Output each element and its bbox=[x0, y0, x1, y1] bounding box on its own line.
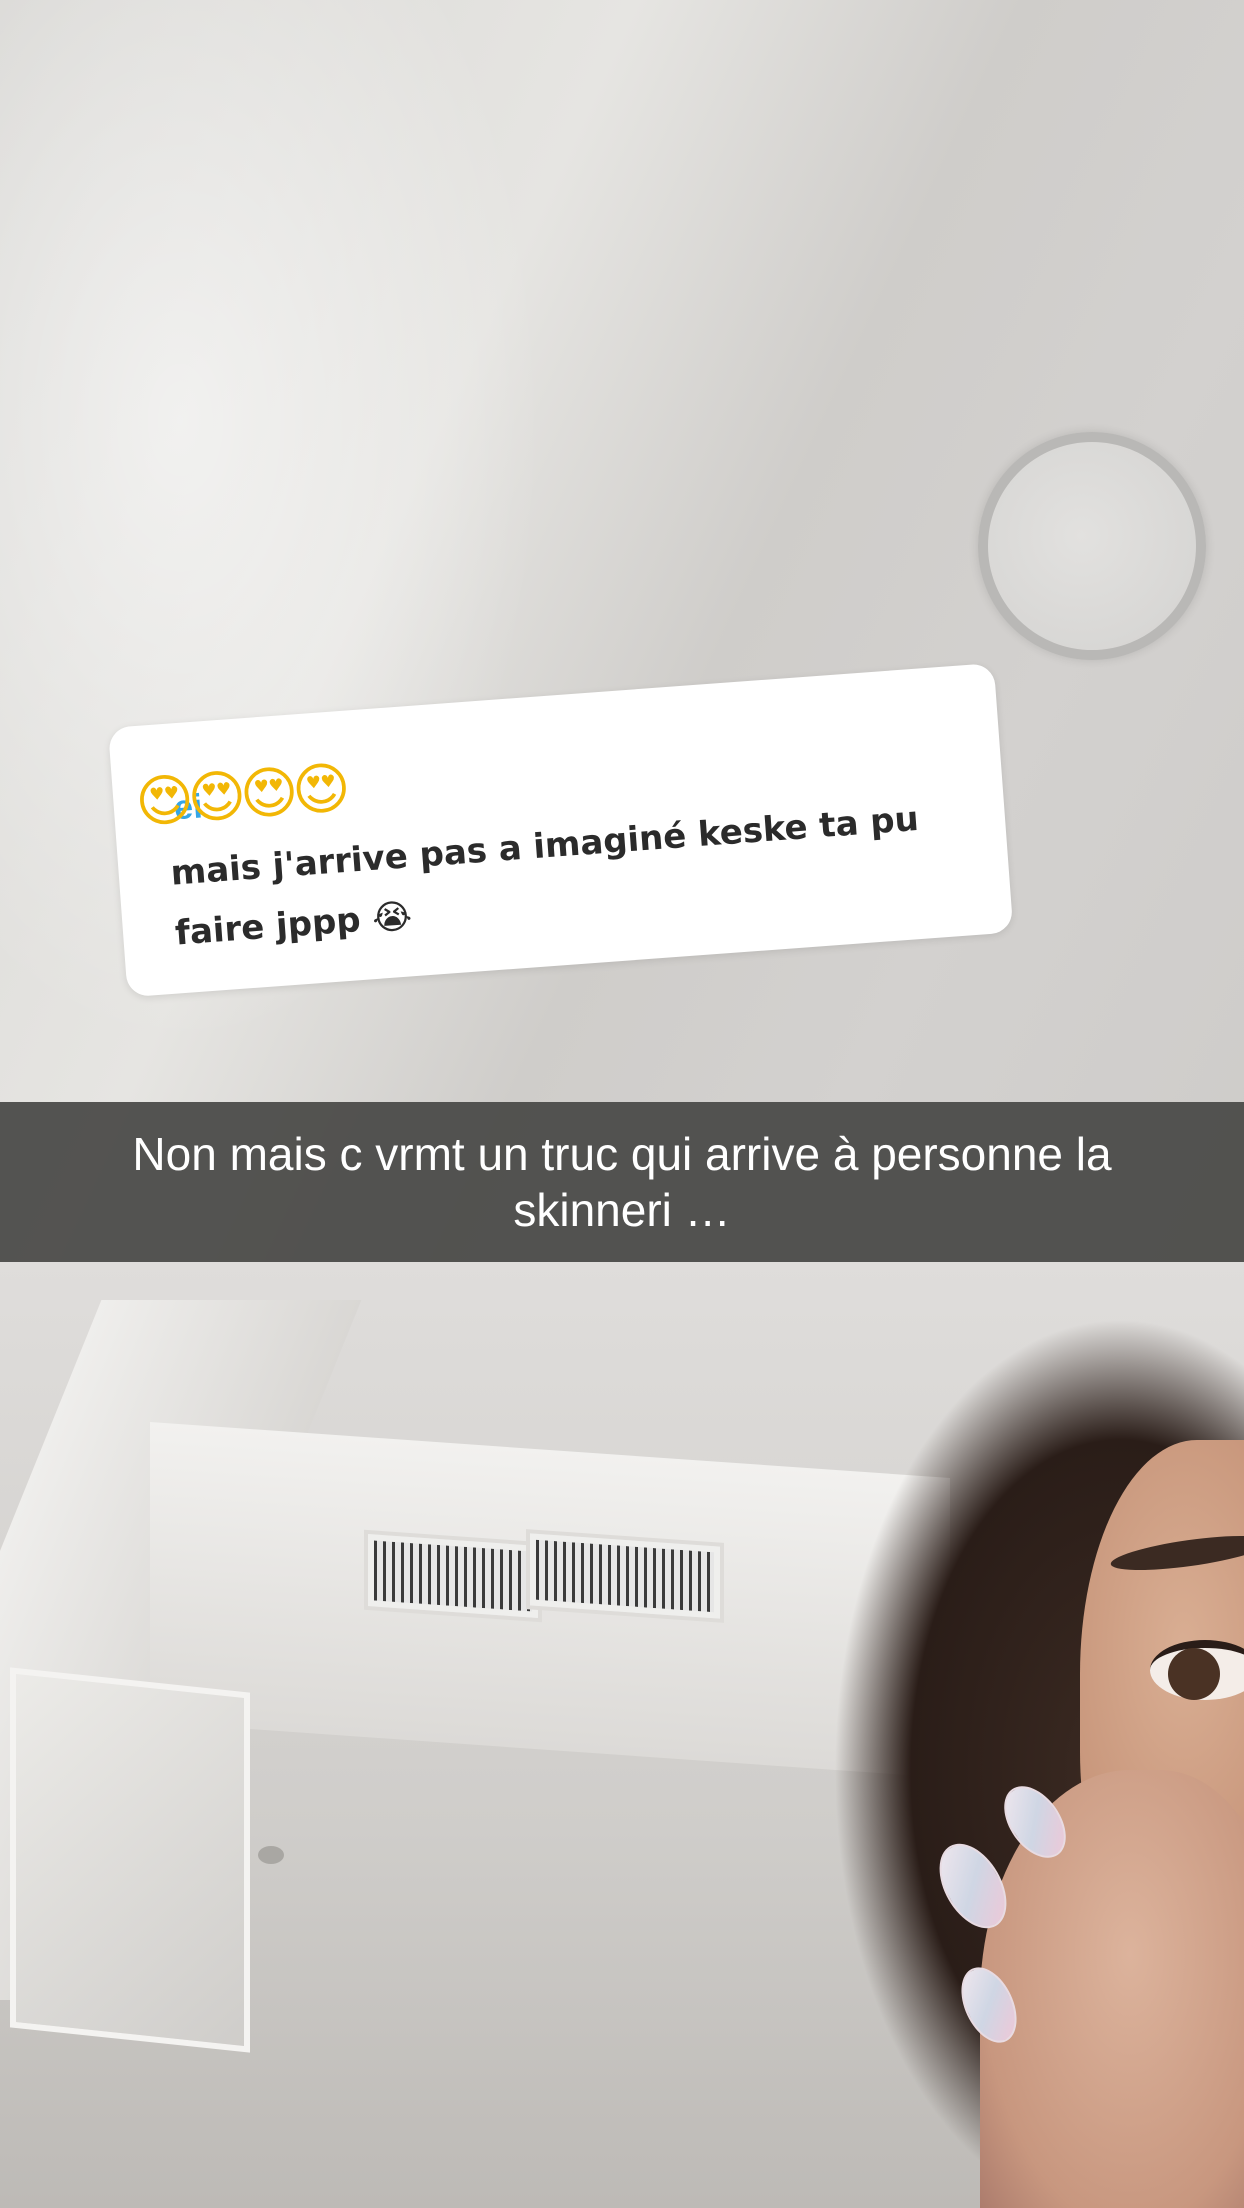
eye-iris bbox=[1168, 1648, 1220, 1700]
caption-text: Non mais c vrmt un truc qui arrive à per… bbox=[132, 1128, 1112, 1236]
spot-light bbox=[258, 1846, 284, 1864]
caption-bar[interactable]: Non mais c vrmt un truc qui arrive à per… bbox=[0, 1102, 1244, 1262]
air-vent bbox=[368, 1534, 538, 1618]
ceiling-light bbox=[978, 432, 1206, 660]
heart-eyes-emoji-icon: 😍😍😍😍 bbox=[133, 755, 347, 837]
wall-shelf bbox=[10, 1667, 250, 2053]
air-vent bbox=[530, 1533, 720, 1619]
